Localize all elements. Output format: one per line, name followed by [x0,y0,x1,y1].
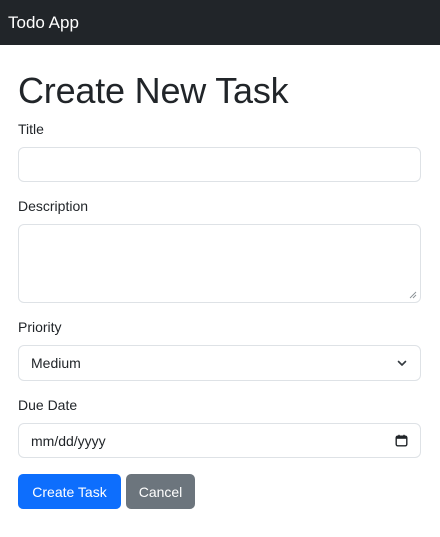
main-content: Create New Task Title Description Priori… [0,71,440,509]
resize-grip-icon[interactable] [409,291,417,299]
priority-selected-value: Medium [31,355,81,371]
title-input[interactable] [18,147,421,182]
due-date-placeholder: mm/dd/yyyy [31,432,106,449]
navbar: Todo App [0,0,440,45]
cancel-button[interactable]: Cancel [126,474,195,509]
page-title: Create New Task [18,70,289,111]
create-task-form: Title Description Priority Medium Due Da… [18,121,422,509]
title-label: Title [18,121,44,137]
priority-select[interactable]: Medium [18,345,421,381]
chevron-down-icon [397,360,407,366]
priority-label: Priority [18,319,62,335]
due-date-input[interactable]: mm/dd/yyyy [18,423,421,458]
create-task-button[interactable]: Create Task [18,474,121,509]
navbar-brand[interactable]: Todo App [8,13,79,33]
calendar-icon[interactable] [395,434,408,447]
description-label: Description [18,198,89,214]
description-textarea[interactable] [18,224,421,303]
form-actions: Create Task Cancel [18,474,422,509]
due-date-label: Due Date [18,397,78,413]
